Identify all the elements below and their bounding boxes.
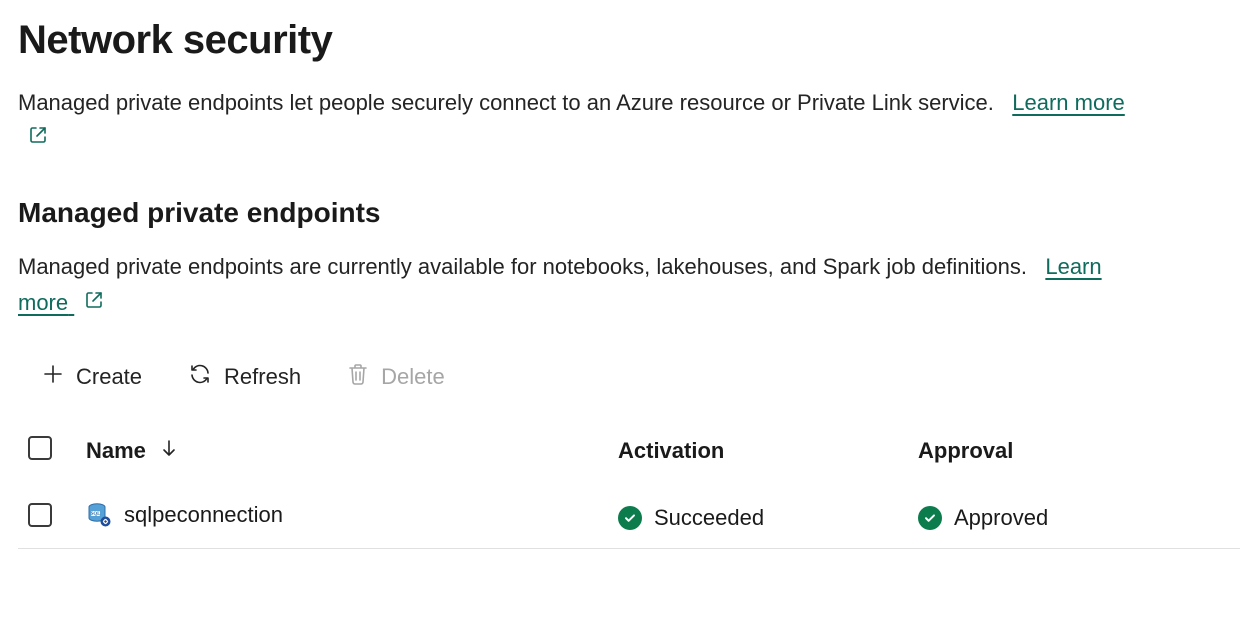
endpoint-name-cell[interactable]: SQL sqlpeconnection (86, 502, 283, 528)
approval-label: Approved (954, 505, 1048, 531)
row-checkbox[interactable] (28, 503, 52, 527)
refresh-button[interactable]: Refresh (188, 362, 301, 392)
section-title: Managed private endpoints (18, 197, 1240, 229)
create-label: Create (76, 364, 142, 390)
toolbar: Create Refresh Delete (18, 362, 1240, 392)
arrow-down-icon (160, 438, 178, 464)
create-button[interactable]: Create (42, 363, 142, 391)
trash-icon (347, 362, 369, 392)
plus-icon (42, 363, 64, 391)
checkmark-circle-icon (618, 506, 642, 530)
page-description-text: Managed private endpoints let people sec… (18, 90, 994, 115)
page-title: Network security (18, 18, 1240, 63)
learn-more-link[interactable]: Learn more (1012, 90, 1125, 115)
endpoint-name: sqlpeconnection (124, 502, 283, 528)
activation-status: Succeeded (618, 505, 764, 531)
column-header-name[interactable]: Name (86, 438, 178, 464)
page-description: Managed private endpoints let people sec… (18, 85, 1148, 155)
approval-status: Approved (918, 505, 1048, 531)
external-link-icon (28, 120, 48, 155)
refresh-icon (188, 362, 212, 392)
svg-text:SQL: SQL (91, 512, 101, 517)
learn-more-text: Learn more (1012, 90, 1125, 115)
column-header-activation[interactable]: Activation (606, 424, 906, 488)
sql-database-icon: SQL (86, 502, 112, 528)
name-header-label: Name (86, 438, 146, 464)
table-row: SQL sqlpeconnection (18, 488, 1240, 549)
checkmark-circle-icon (918, 506, 942, 530)
select-all-checkbox[interactable] (28, 436, 52, 460)
section-description-text: Managed private endpoints are currently … (18, 254, 1027, 279)
external-link-icon (84, 285, 104, 320)
delete-label: Delete (381, 364, 445, 390)
endpoints-table: Name Activation Approval (18, 424, 1240, 549)
table-header-row: Name Activation Approval (18, 424, 1240, 488)
activation-label: Succeeded (654, 505, 764, 531)
delete-button: Delete (347, 362, 445, 392)
section-description: Managed private endpoints are currently … (18, 249, 1148, 319)
refresh-label: Refresh (224, 364, 301, 390)
column-header-approval[interactable]: Approval (906, 424, 1240, 488)
